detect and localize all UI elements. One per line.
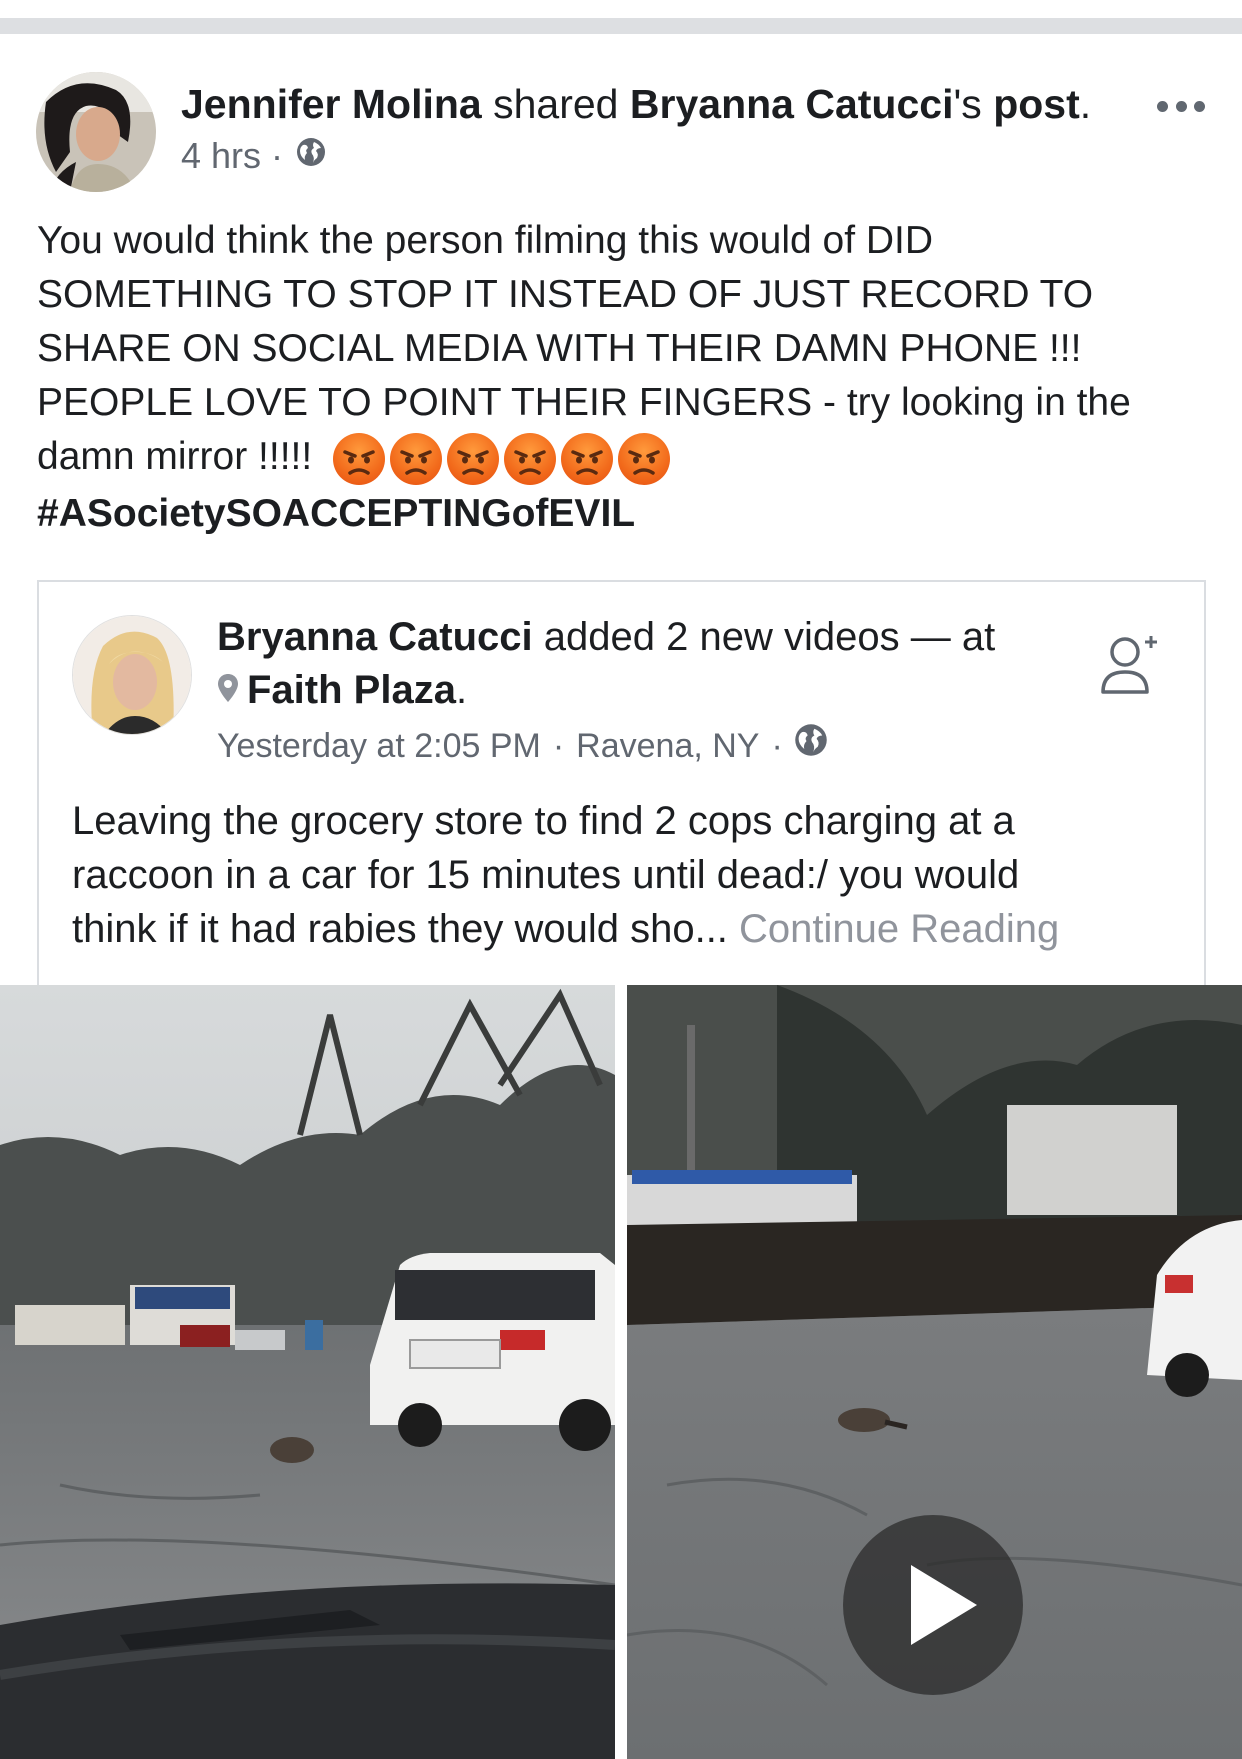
emoji-row bbox=[333, 432, 671, 485]
post-link[interactable]: post bbox=[993, 81, 1080, 127]
more-dot bbox=[1157, 100, 1168, 112]
more-dot bbox=[1194, 100, 1205, 112]
post-text-line: damn mirror !!!!! bbox=[37, 435, 313, 478]
post-text-line: SOMETHING TO STOP IT INSTEAD OF JUST REC… bbox=[37, 273, 1094, 316]
author-avatar[interactable] bbox=[36, 72, 156, 192]
more-dot bbox=[1175, 100, 1187, 112]
place-period: . bbox=[455, 668, 468, 712]
post-text-line: You would think the person filming this … bbox=[37, 219, 934, 262]
post-text-line: PEOPLE LOVE TO POINT THEIR FINGERS - try… bbox=[37, 381, 1131, 424]
post-header: Jennifer Molina shared Bryanna Catucci's… bbox=[181, 80, 1091, 128]
top-strip bbox=[0, 0, 1242, 18]
more-options-button[interactable] bbox=[1157, 92, 1205, 120]
shared-owner-link[interactable]: Bryanna Catucci bbox=[630, 81, 954, 127]
meta-separator: · bbox=[271, 135, 284, 176]
shared-timestamp[interactable]: Yesterday at 2:05 PM bbox=[217, 724, 541, 768]
shared-post-meta: Yesterday at 2:05 PM · Ravena, NY · bbox=[217, 722, 829, 769]
post-timestamp[interactable]: 4 hrs bbox=[181, 134, 261, 178]
post-text-line-last: damn mirror !!!!! bbox=[37, 430, 1217, 485]
shared-location[interactable]: Ravena, NY bbox=[576, 724, 759, 768]
post-meta: 4 hrs · bbox=[181, 134, 327, 178]
author-name-link[interactable]: Jennifer Molina bbox=[181, 81, 482, 127]
globe-icon bbox=[793, 722, 829, 769]
location-line: Faith Plaza. bbox=[217, 666, 467, 714]
shared-action-text: added 2 new videos — at bbox=[543, 615, 996, 659]
share-action-text: shared bbox=[493, 81, 619, 127]
shared-author-link[interactable]: Bryanna Catucci bbox=[217, 615, 533, 659]
angry-face-emoji bbox=[561, 432, 614, 485]
angry-face-emoji bbox=[618, 432, 671, 485]
hashtag-link[interactable]: #ASocietySOACCEPTINGofEVIL bbox=[37, 487, 1217, 541]
shared-post-body: Leaving the grocery store to find 2 cops… bbox=[72, 794, 1192, 956]
angry-face-emoji bbox=[504, 432, 557, 485]
location-pin-icon bbox=[217, 666, 239, 714]
shared-text-line: think if it had rabies they would sho... bbox=[72, 907, 728, 951]
video-thumbnail-1[interactable] bbox=[0, 985, 615, 1759]
post-text-line: SHARE ON SOCIAL MEDIA WITH THEIR DAMN PH… bbox=[37, 327, 1082, 370]
globe-icon bbox=[295, 134, 327, 178]
add-friend-icon[interactable] bbox=[1095, 630, 1159, 705]
shared-text-line-last: think if it had rabies they would sho...… bbox=[72, 902, 1192, 956]
play-icon bbox=[911, 1565, 977, 1645]
meta-separator: · bbox=[552, 726, 565, 765]
shared-author-avatar[interactable] bbox=[72, 615, 192, 735]
angry-face-emoji bbox=[333, 432, 386, 485]
place-link[interactable]: Faith Plaza bbox=[247, 666, 456, 714]
shared-text-line: raccoon in a car for 15 minutes until de… bbox=[72, 853, 1020, 897]
post-body: You would think the person filming this … bbox=[37, 214, 1217, 541]
header-period: . bbox=[1079, 81, 1092, 127]
feed-divider bbox=[0, 18, 1242, 34]
angry-face-emoji bbox=[447, 432, 500, 485]
continue-reading-link[interactable]: Continue Reading bbox=[739, 907, 1059, 951]
shared-post-header: Bryanna Catucci added 2 new videos — at bbox=[217, 613, 995, 661]
meta-separator: · bbox=[771, 726, 783, 765]
owner-suffix: 's bbox=[953, 81, 982, 127]
angry-face-emoji bbox=[390, 432, 443, 485]
play-button[interactable] bbox=[843, 1515, 1023, 1695]
shared-text-line: Leaving the grocery store to find 2 cops… bbox=[72, 799, 1015, 843]
video-gap bbox=[615, 985, 627, 1759]
